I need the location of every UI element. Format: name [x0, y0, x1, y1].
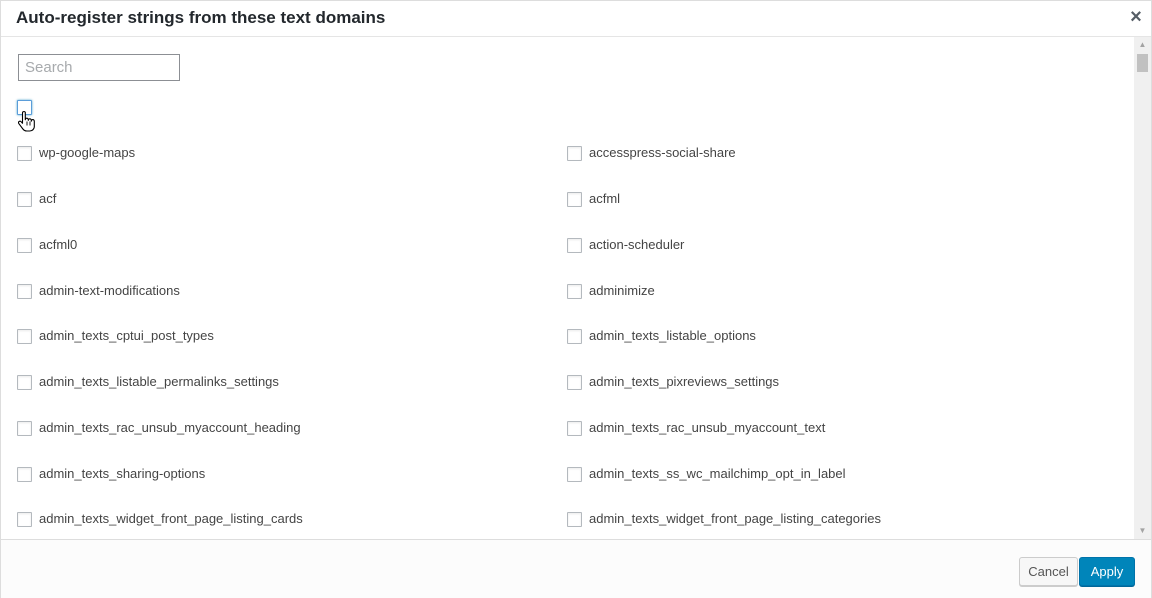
domain-item[interactable]: admin_texts_rac_unsub_myaccount_text	[567, 419, 1107, 439]
domain-label: acfml0	[39, 237, 78, 252]
domain-item[interactable]: acf	[17, 190, 557, 210]
hand-pointer-icon	[18, 110, 35, 132]
domain-item[interactable]: admin_texts_sharing-options	[17, 465, 557, 485]
dialog-title: Auto-register strings from these text do…	[16, 8, 386, 27]
domain-checkbox[interactable]	[567, 512, 582, 527]
domain-checkbox[interactable]	[567, 329, 582, 344]
domain-item[interactable]: admin_texts_listable_permalinks_settings	[17, 373, 557, 393]
domain-item[interactable]: adminimize	[567, 282, 1107, 302]
domain-item[interactable]: wp-google-maps	[17, 144, 557, 164]
domain-item[interactable]: admin_texts_widget_front_page_listing_ca…	[567, 510, 1107, 530]
domain-checkbox[interactable]	[17, 421, 32, 436]
search-input[interactable]	[18, 54, 180, 81]
domain-checkbox[interactable]	[17, 512, 32, 527]
apply-button[interactable]: Apply	[1079, 557, 1135, 586]
domain-label: accesspress-social-share	[589, 145, 736, 160]
domain-label: admin-text-modifications	[39, 283, 180, 298]
auto-register-dialog: Auto-register strings from these text do…	[0, 0, 1152, 598]
domain-checkbox[interactable]	[567, 284, 582, 299]
content-scrollbar[interactable]: ▲ ▼	[1134, 37, 1151, 539]
domain-item[interactable]: acfml	[567, 190, 1107, 210]
domain-label: admin_texts_sharing-options	[39, 466, 206, 481]
domain-label: admin_texts_rac_unsub_myaccount_text	[589, 420, 826, 435]
domain-label: adminimize	[589, 283, 655, 298]
domain-item[interactable]: admin_texts_listable_options	[567, 327, 1107, 347]
domain-label: action-scheduler	[589, 237, 685, 252]
domain-label: admin_texts_cptui_post_types	[39, 328, 214, 343]
domain-label: admin_texts_listable_options	[589, 328, 756, 343]
domain-item[interactable]: admin_texts_ss_wc_mailchimp_opt_in_label	[567, 465, 1107, 485]
scroll-down-icon[interactable]: ▼	[1134, 523, 1151, 539]
domain-checkbox[interactable]	[17, 192, 32, 207]
scrollbar-thumb[interactable]	[1137, 54, 1148, 72]
domain-label: acf	[39, 191, 57, 206]
domain-label: acfml	[589, 191, 621, 206]
domain-label: admin_texts_listable_permalinks_settings	[39, 374, 279, 389]
domain-checkbox[interactable]	[17, 146, 32, 161]
domain-item[interactable]: admin_texts_rac_unsub_myaccount_heading	[17, 419, 557, 439]
domain-checkbox[interactable]	[567, 238, 582, 253]
domain-checkbox[interactable]	[17, 375, 32, 390]
scroll-up-icon[interactable]: ▲	[1134, 37, 1151, 53]
domain-checkbox[interactable]	[567, 192, 582, 207]
dialog-titlebar: Auto-register strings from these text do…	[1, 1, 1151, 37]
domain-item[interactable]: accesspress-social-share	[567, 144, 1107, 164]
domain-label: admin_texts_rac_unsub_myaccount_heading	[39, 420, 301, 435]
domain-label: admin_texts_widget_front_page_listing_ca…	[39, 511, 303, 526]
domain-checkbox[interactable]	[567, 375, 582, 390]
domain-item[interactable]: acfml0	[17, 236, 557, 256]
domain-checkbox[interactable]	[17, 467, 32, 482]
domain-label: admin_texts_pixreviews_settings	[589, 374, 780, 389]
domain-label: admin_texts_widget_front_page_listing_ca…	[589, 511, 881, 526]
domain-checkbox[interactable]	[17, 284, 32, 299]
domain-checkbox[interactable]	[567, 146, 582, 161]
dialog-content: wp-google-maps accesspress-social-share …	[1, 37, 1133, 539]
domain-item[interactable]: action-scheduler	[567, 236, 1107, 256]
domain-item[interactable]: admin-text-modifications	[17, 282, 557, 302]
dialog-footer: Cancel Apply	[1, 539, 1151, 598]
domain-item[interactable]: admin_texts_cptui_post_types	[17, 327, 557, 347]
domain-label: wp-google-maps	[39, 145, 136, 160]
cancel-button[interactable]: Cancel	[1019, 557, 1078, 586]
close-icon[interactable]: ×	[1127, 6, 1145, 28]
domain-item[interactable]: admin_texts_widget_front_page_listing_ca…	[17, 510, 557, 530]
domain-checkbox[interactable]	[17, 329, 32, 344]
domain-checkbox[interactable]	[17, 238, 32, 253]
domain-checkbox[interactable]	[567, 421, 582, 436]
domain-checkbox[interactable]	[567, 467, 582, 482]
domain-item[interactable]: admin_texts_pixreviews_settings	[567, 373, 1107, 393]
domain-label: admin_texts_ss_wc_mailchimp_opt_in_label	[589, 466, 846, 481]
